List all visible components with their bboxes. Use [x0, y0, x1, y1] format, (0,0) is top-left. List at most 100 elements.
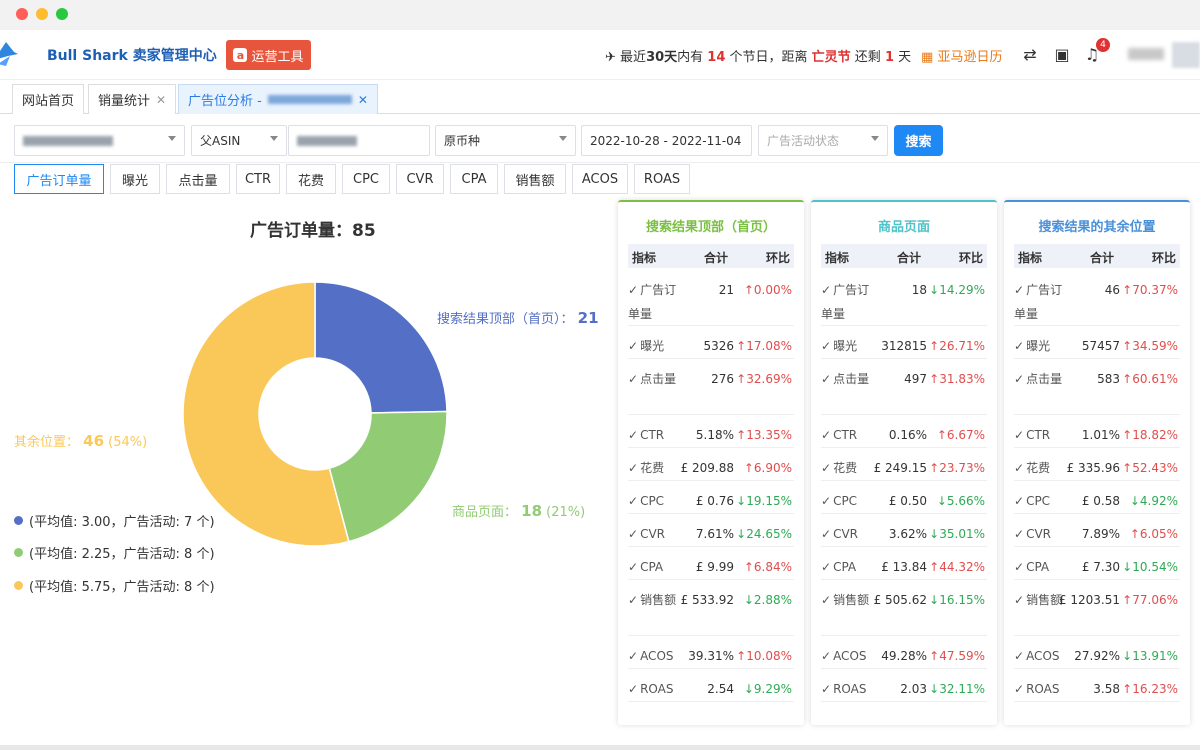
table-row: ✓ 曝光 312815 ↑26.71%: [821, 326, 987, 359]
row-change: ↓35.01%: [929, 522, 985, 546]
row-change: ↑23.73%: [929, 456, 985, 480]
donut-chart: [182, 281, 448, 547]
megaphone-icon: ✈: [605, 50, 616, 65]
row-metric-label: CPA: [640, 560, 664, 574]
header-change: 环比: [958, 251, 983, 265]
metric-tab[interactable]: CPA: [450, 164, 498, 194]
legend-text: (平均值: 5.75，广告活动: 8 个): [29, 580, 215, 595]
row-total: 5.18%: [695, 428, 734, 442]
row-metric-label: 点击量: [833, 372, 870, 386]
row-change-value: 77.06%: [1132, 593, 1178, 607]
metric-tab[interactable]: 点击量: [166, 164, 230, 194]
currency-select[interactable]: 原币种: [435, 125, 576, 156]
row-change: ↑70.37%: [1122, 278, 1178, 302]
row-metric-label: CPC: [833, 494, 858, 508]
switch-icon[interactable]: ⇄: [1020, 44, 1040, 64]
table-header: 指标 合计 环比: [1014, 244, 1180, 268]
arrow-up-icon: ↑: [1129, 527, 1140, 541]
row-metric-label: CTR: [833, 428, 858, 442]
table-row: ✓ CPA £ 13.84 ↑44.32%: [821, 547, 987, 580]
pie-slice[interactable]: [314, 281, 448, 414]
user-name[interactable]: [1128, 48, 1164, 60]
arrow-up-icon: ↑: [1122, 682, 1133, 696]
pie-slice[interactable]: [328, 410, 448, 543]
metric-tabs: 广告订单量 曝光 点击量 CTR 花费 CPC CVR CPA 销售额 ACOS ROAS: [0, 162, 1200, 196]
notification-badge: 4: [1096, 38, 1110, 52]
header-total: 合计: [896, 251, 921, 265]
table-row: ✓ 曝光 57457 ↑34.59%: [1014, 326, 1180, 359]
chevron-down-icon: [270, 136, 278, 141]
legend-text: (平均值: 3.00，广告活动: 7 个): [29, 515, 215, 530]
legend-dot: [14, 516, 23, 525]
row-change: ↑16.23%: [1122, 677, 1178, 701]
legend-item-rest[interactable]: (平均值: 5.75，广告活动: 8 个): [14, 576, 215, 595]
table-row: ✓ CTR 1.01% ↑18.82%: [1014, 415, 1180, 448]
metric-tab[interactable]: CPC: [342, 164, 390, 194]
tab-home[interactable]: 网站首页: [12, 84, 85, 114]
check-icon: ✓: [628, 649, 639, 663]
chevron-down-icon: [559, 136, 567, 141]
row-total: 312815: [881, 339, 927, 353]
metric-tab[interactable]: ACOS: [572, 164, 628, 194]
minimize-window-button[interactable]: [36, 8, 48, 20]
table-row: ✓ CTR 5.18% ↑13.35%: [628, 415, 794, 448]
row-change: ↓19.15%: [736, 489, 792, 513]
holiday-notice: ✈ 最近30天内有 14 个节日，距离 亡灵节 还剩 1 天: [605, 46, 911, 65]
check-icon: ✓: [821, 372, 832, 386]
maximize-window-button[interactable]: [56, 8, 68, 20]
close-window-button[interactable]: [16, 8, 28, 20]
check-icon: ✓: [1014, 372, 1025, 386]
row-total: 18: [911, 283, 927, 297]
row-total: £ 249.15: [873, 461, 927, 475]
search-button[interactable]: 搜索: [894, 125, 943, 156]
row-total: £ 505.62: [873, 593, 927, 607]
row-metric-label: CTR: [1026, 428, 1051, 442]
qr-code-icon[interactable]: ▣: [1052, 44, 1072, 64]
arrow-up-icon: ↑: [929, 461, 940, 475]
metric-tab[interactable]: 广告订单量: [14, 164, 104, 194]
row-change: ↑60.61%: [1122, 367, 1178, 391]
holiday-days: 30天: [646, 50, 678, 65]
tab-sales-stats[interactable]: 销量统计 ✕: [88, 84, 177, 114]
asin-input[interactable]: [288, 125, 430, 156]
brand-title[interactable]: Bull Shark 卖家管理中心: [47, 45, 217, 65]
row-total: 3.58: [1093, 682, 1120, 696]
store-select[interactable]: [14, 125, 185, 156]
metric-tab[interactable]: CVR: [396, 164, 444, 194]
table-row: ✓ ROAS 3.58 ↑16.23%: [1014, 669, 1180, 702]
tab-ad-placement[interactable]: 广告位分析 - ✕: [178, 84, 378, 114]
row-change: ↓2.88%: [744, 588, 792, 612]
bottom-scrollbar[interactable]: [0, 745, 1200, 750]
legend-item-top[interactable]: (平均值: 3.00，广告活动: 7 个): [14, 511, 215, 530]
amazon-calendar-link[interactable]: ▦ 亚马逊日历: [921, 46, 1002, 65]
avatar[interactable]: [1172, 42, 1200, 68]
row-change: ↑44.32%: [929, 555, 985, 579]
close-icon[interactable]: ✕: [358, 93, 368, 107]
metric-tab[interactable]: ROAS: [634, 164, 690, 194]
holiday-prefix: 最近: [620, 50, 647, 65]
metric-tab[interactable]: 销售额: [504, 164, 566, 194]
asin-type-select[interactable]: 父ASIN: [191, 125, 287, 156]
row-total: £ 335.96: [1066, 461, 1120, 475]
table-row: ✓ 销售额 £ 1203.51 ↑77.06%: [1014, 580, 1180, 636]
check-icon: ✓: [1014, 494, 1025, 508]
metric-tab[interactable]: 曝光: [110, 164, 160, 194]
campaign-status-select[interactable]: 广告活动状态: [758, 125, 888, 156]
row-total: 583: [1097, 372, 1120, 386]
holiday-name: 亡灵节: [811, 50, 851, 65]
row-change-value: 2.88%: [753, 593, 792, 607]
metric-tab[interactable]: CTR: [236, 164, 280, 194]
close-icon[interactable]: ✕: [156, 93, 166, 107]
row-change-value: 24.65%: [746, 527, 792, 541]
row-total: 39.31%: [688, 649, 734, 663]
legend-item-product[interactable]: (平均值: 2.25，广告活动: 8 个): [14, 543, 215, 562]
arrow-down-icon: ↓: [929, 682, 940, 696]
metric-tab[interactable]: 花费: [286, 164, 336, 194]
row-change: ↓10.54%: [1122, 555, 1178, 579]
row-total: 497: [904, 372, 927, 386]
ops-tools-button[interactable]: a 运营工具: [226, 40, 311, 70]
row-change-value: 13.91%: [1132, 649, 1178, 663]
row-change: ↓16.15%: [929, 588, 985, 612]
row-total: £ 209.88: [680, 461, 734, 475]
date-range-picker[interactable]: 2022-10-28 - 2022-11-04: [581, 125, 752, 156]
